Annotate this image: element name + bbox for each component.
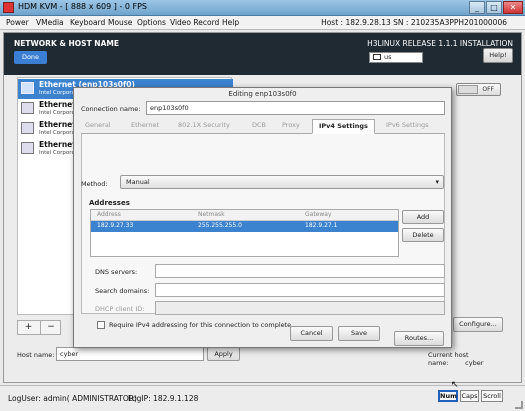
current-host-value: cyber	[465, 359, 484, 367]
cancel-button[interactable]: Cancel	[290, 326, 333, 341]
kvm-menubar: Power VMedia Keyboard Mouse Options Vide…	[0, 16, 525, 30]
toggle-knob	[458, 85, 478, 94]
tab-ipv4-settings[interactable]: IPv4 Settings	[312, 119, 375, 134]
editing-dialog: Editing enp103s0f0 Connection name: enp1…	[73, 87, 452, 348]
keyboard-layout-indicator[interactable]: us	[369, 52, 423, 63]
window-titlebar: HDM KVM - [ 888 x 609 ] - 0 FPS _ □ ✕	[0, 0, 525, 16]
num-lock-indicator: Num	[438, 390, 458, 402]
dhcp-client-id-label: DHCP client ID:	[95, 305, 145, 313]
menu-options[interactable]: Options	[137, 18, 166, 27]
dns-servers-input[interactable]	[155, 264, 445, 278]
ethernet-icon	[21, 142, 34, 154]
log-ip: LogIP: 182.9.1.128	[128, 394, 199, 403]
column-address: Address	[97, 211, 121, 218]
search-domains-label: Search domains:	[95, 287, 150, 295]
configure-button[interactable]: Configure...	[453, 317, 503, 332]
log-user: LogUser: admin( ADMINISTRATOR)	[8, 394, 137, 403]
delete-address-button[interactable]: Delete	[402, 228, 444, 242]
current-host-name: Current host name: cyber	[428, 351, 521, 367]
require-ipv4-label: Require IPv4 addressing for this connect…	[109, 321, 292, 329]
add-remove-buttons: + −	[17, 320, 61, 335]
table-header: Address Netmask Gateway	[91, 210, 398, 221]
menu-help[interactable]: Help	[222, 18, 239, 27]
settings-tabs: General Ethernet 802.1X Security DCB Pro…	[81, 119, 445, 134]
add-device-button[interactable]: +	[18, 321, 39, 334]
require-ipv4-checkbox[interactable]	[97, 321, 105, 329]
dhcp-client-id-input	[155, 301, 445, 315]
ethernet-icon	[21, 102, 34, 114]
tab-general[interactable]: General	[85, 121, 111, 129]
help-button[interactable]: Help!	[483, 48, 513, 63]
scroll-lock-indicator: Scroll	[481, 390, 503, 402]
dialog-title: Editing enp103s0f0	[228, 90, 297, 98]
cell-netmask: 255.255.255.0	[198, 222, 242, 229]
addresses-table: Address Netmask Gateway 182.9.27.33 255.…	[90, 209, 399, 257]
menu-power[interactable]: Power	[6, 18, 29, 27]
method-value: Manual	[126, 178, 150, 186]
cell-address: 182.9.27.33	[97, 222, 134, 229]
chevron-down-icon: ▾	[435, 178, 439, 186]
menu-video-record[interactable]: Video Record	[170, 18, 219, 27]
table-row[interactable]: 182.9.27.33 255.255.255.0 182.9.27.1	[91, 221, 398, 232]
caps-lock-indicator: Caps	[460, 390, 479, 402]
column-gateway: Gateway	[305, 211, 332, 218]
resize-grip[interactable]	[515, 401, 523, 409]
tab-proxy[interactable]: Proxy	[282, 121, 300, 129]
connection-name-label: Connection name:	[81, 105, 141, 113]
ethernet-icon	[21, 82, 34, 94]
app-icon	[3, 2, 14, 13]
device-toggle[interactable]: OFF	[456, 83, 501, 96]
ethernet-icon	[21, 122, 34, 134]
remote-screen: NETWORK & HOST NAME Done H3LINUX RELEASE…	[3, 32, 522, 383]
tab-dcb[interactable]: DCB	[252, 121, 266, 129]
spoke-title: NETWORK & HOST NAME	[14, 39, 119, 48]
release-title: H3LINUX RELEASE 1.1.1 INSTALLATION	[367, 39, 513, 48]
keyboard-layout-label: us	[384, 53, 392, 61]
spoke-header: NETWORK & HOST NAME Done H3LINUX RELEASE…	[4, 33, 521, 75]
column-netmask: Netmask	[198, 211, 225, 218]
connection-name-input[interactable]: enp103s0f0	[146, 101, 445, 115]
menu-keyboard[interactable]: Keyboard	[70, 18, 105, 27]
save-button[interactable]: Save	[338, 326, 380, 341]
search-domains-input[interactable]	[155, 283, 445, 297]
tab-8021x-security[interactable]: 802.1X Security	[178, 121, 230, 129]
minimize-button[interactable]: _	[469, 1, 485, 14]
close-button[interactable]: ✕	[503, 1, 523, 14]
remove-device-button[interactable]: −	[40, 321, 61, 334]
menu-mouse[interactable]: Mouse	[108, 18, 132, 27]
routes-button[interactable]: Routes...	[394, 331, 444, 346]
done-button[interactable]: Done	[14, 51, 47, 64]
tab-ethernet[interactable]: Ethernet	[131, 121, 159, 129]
dns-servers-label: DNS servers:	[95, 268, 138, 276]
apply-button[interactable]: Apply	[207, 347, 240, 361]
method-label: Method:	[81, 180, 108, 188]
kvm-statusbar: LogUser: admin( ADMINISTRATOR) LogIP: 18…	[0, 385, 525, 411]
maximize-button[interactable]: □	[486, 1, 502, 14]
add-address-button[interactable]: Add	[402, 210, 444, 224]
host-info: Host : 182.9.28.13 SN : 210235A3PPH20100…	[321, 18, 507, 27]
host-name-label: Host name:	[17, 351, 55, 359]
addresses-label: Addresses	[89, 199, 130, 207]
host-name-input[interactable]: cyber	[56, 347, 204, 361]
tab-ipv6-settings[interactable]: IPv6 Settings	[386, 121, 429, 129]
toggle-state: OFF	[482, 86, 494, 93]
current-host-label: Current host name:	[428, 351, 469, 367]
cell-gateway: 182.9.27.1	[305, 222, 338, 229]
menu-vmedia[interactable]: VMedia	[36, 18, 64, 27]
keyboard-icon	[373, 54, 381, 60]
method-select[interactable]: Manual ▾	[120, 175, 444, 189]
mouse-cursor-icon: ↖	[451, 380, 459, 390]
window-title: HDM KVM - [ 888 x 609 ] - 0 FPS	[18, 2, 148, 11]
